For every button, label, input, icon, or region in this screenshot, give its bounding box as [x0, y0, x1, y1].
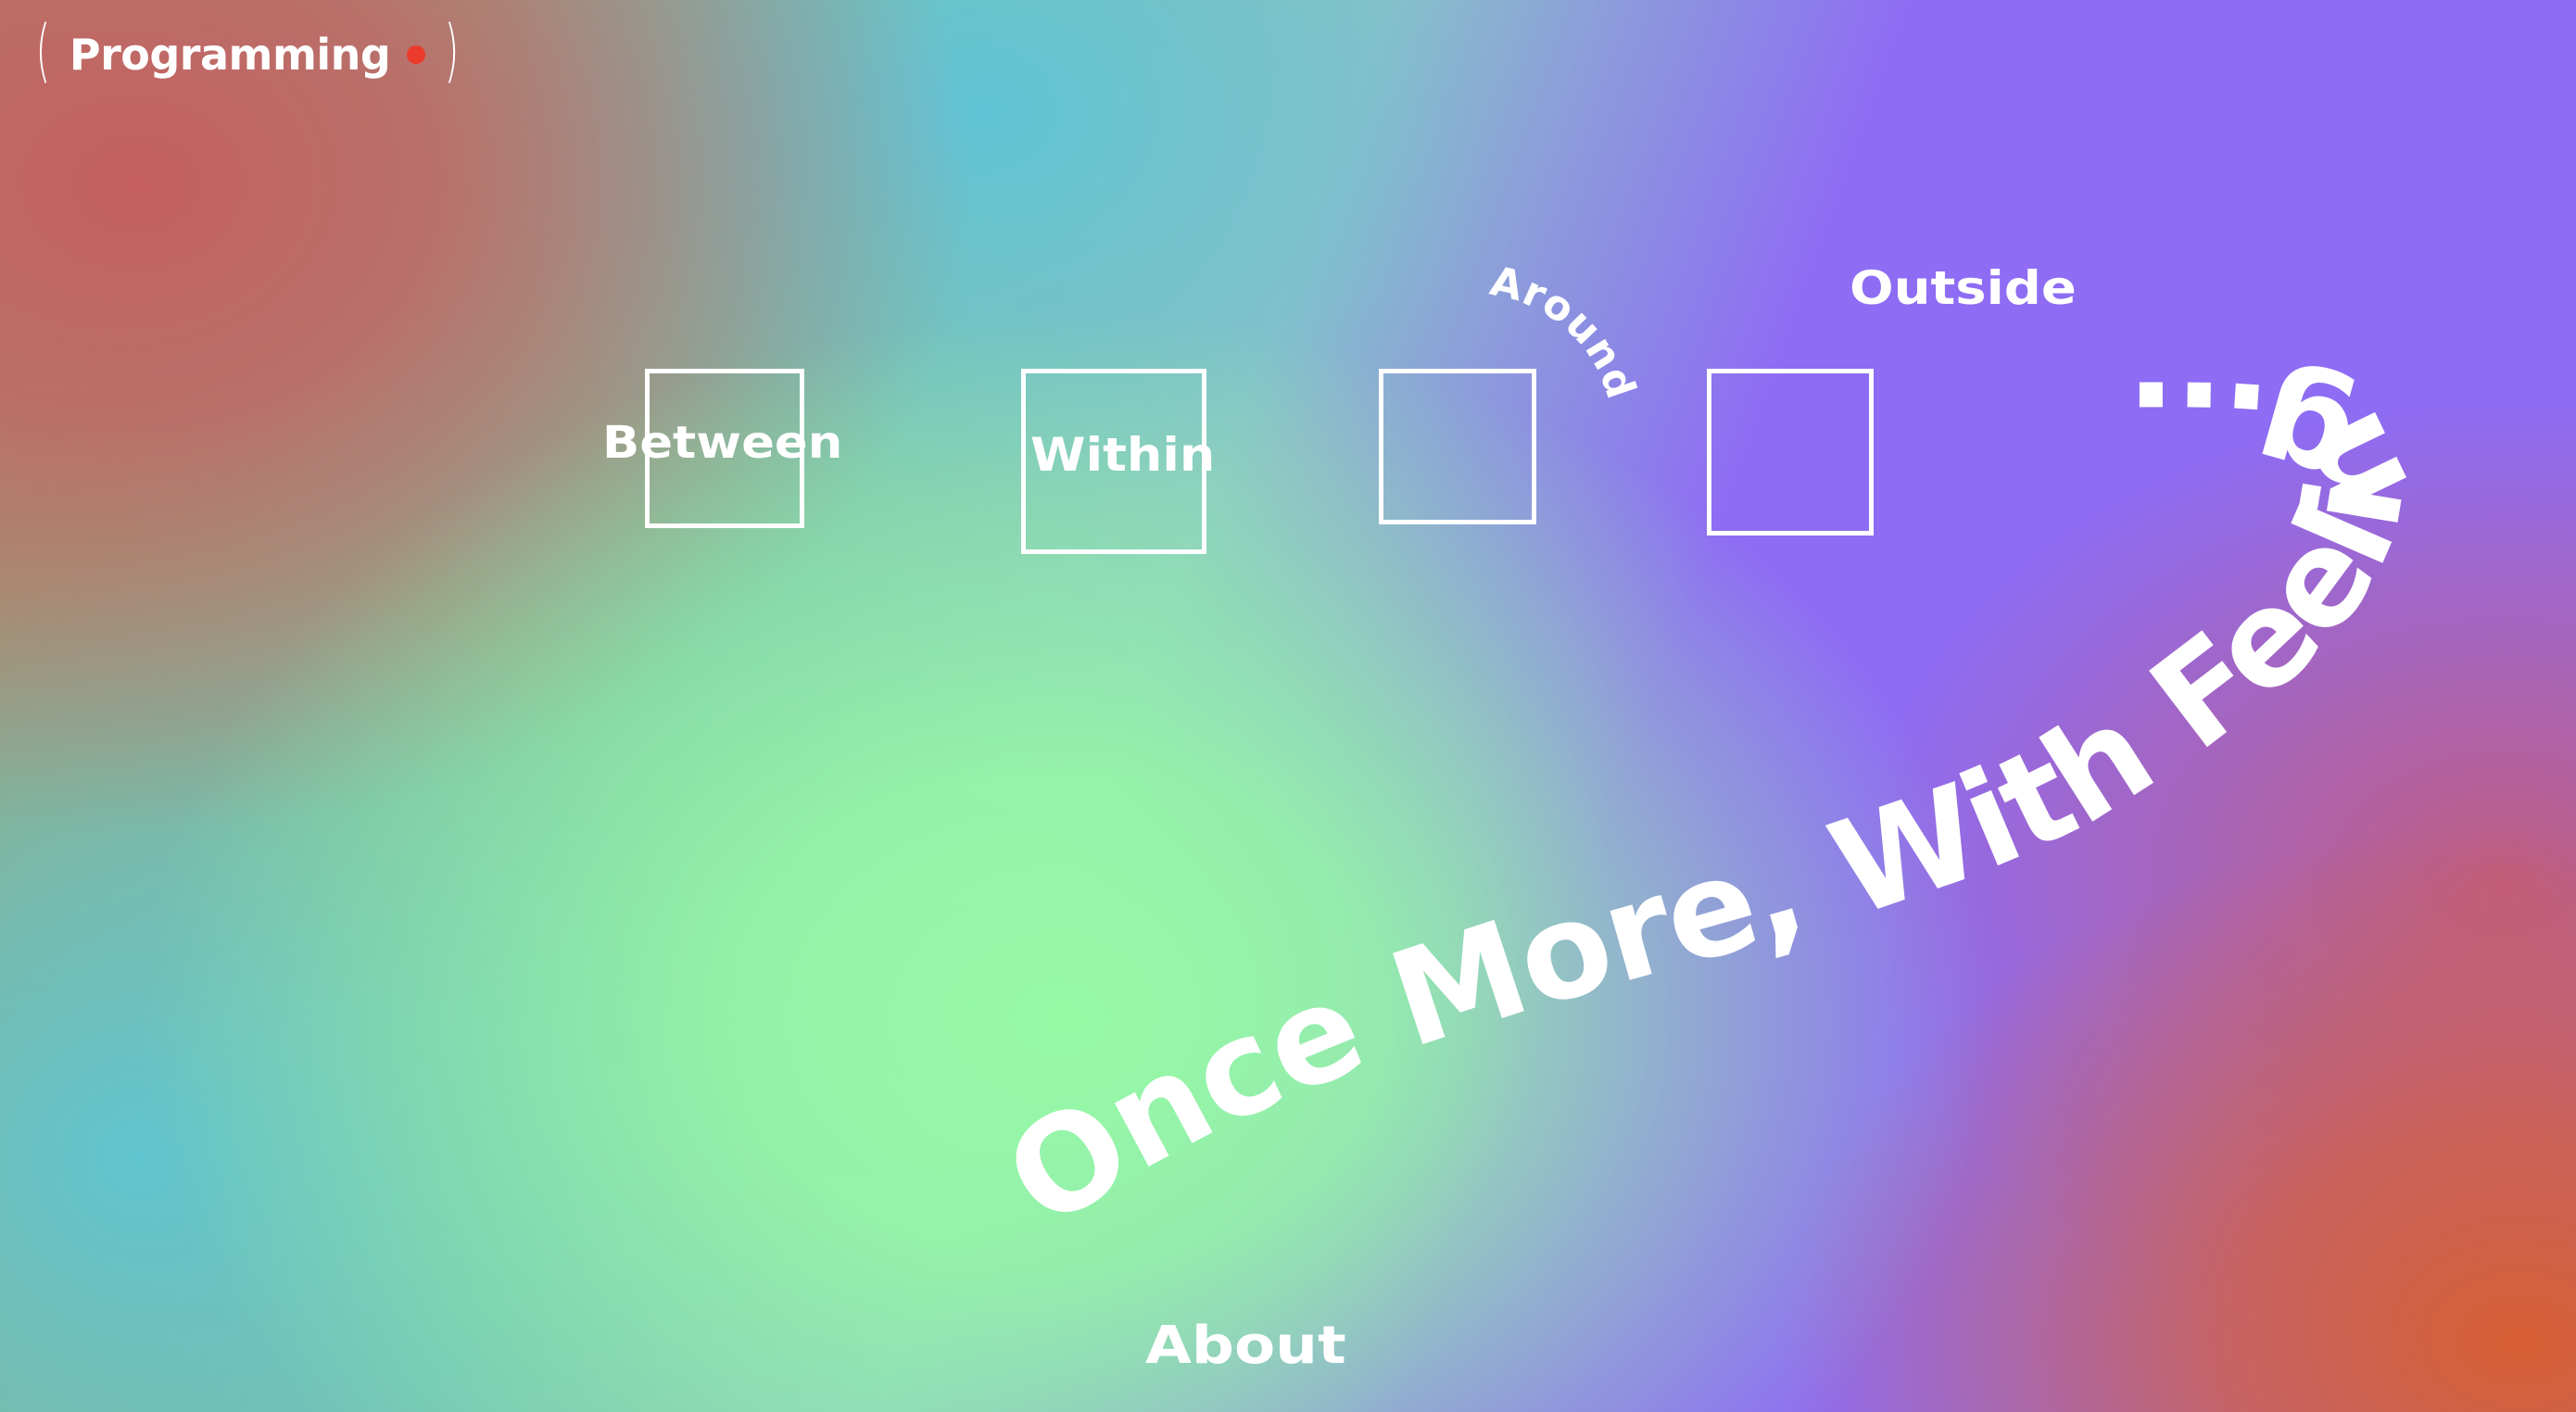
nav-link-about[interactable]: About: [1145, 1316, 1346, 1376]
svg-text:Once More, With Feeling...: Once More, With Feeling...: [980, 350, 2440, 1257]
headline-curve: Once More, With Feeling...: [980, 350, 2442, 1257]
page: ( Programming ) Between Within Around Ou…: [0, 0, 2576, 1412]
headline-text: Once More, With Feeling...: [980, 350, 2442, 1257]
